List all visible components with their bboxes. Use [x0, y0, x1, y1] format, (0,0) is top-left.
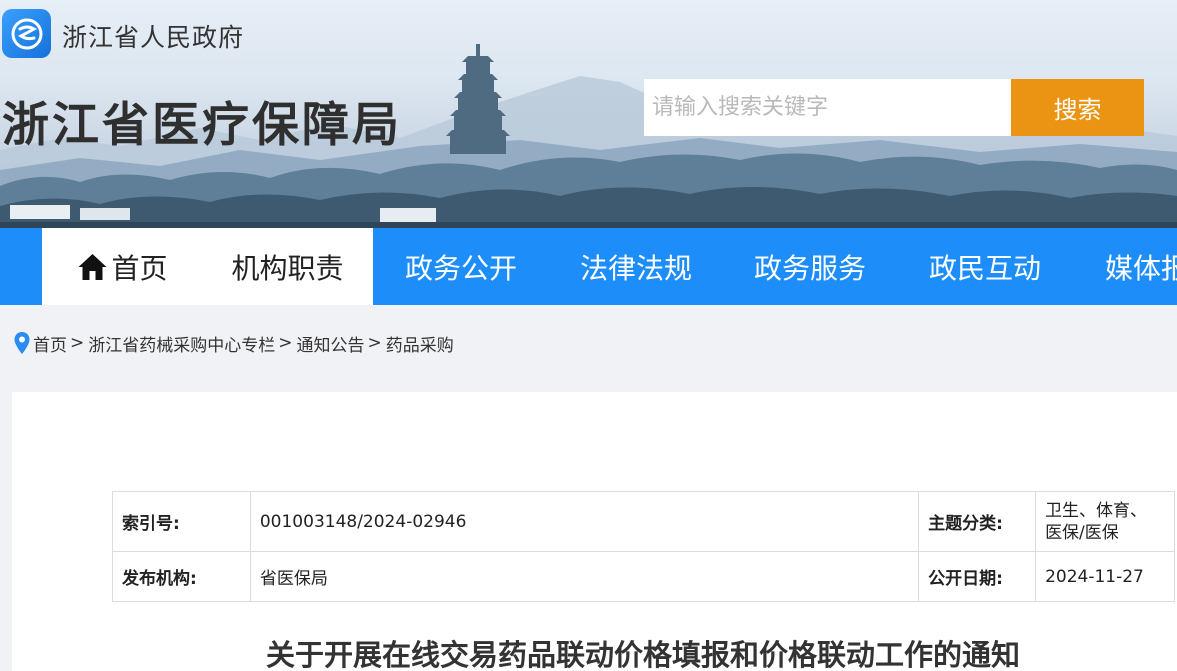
breadcrumb-notices[interactable]: 通知公告 [297, 331, 365, 356]
nav-item-laws[interactable]: 法律法规 [549, 228, 723, 305]
breadcrumb-separator: > [70, 333, 85, 353]
zhejiang-gov-logo-icon[interactable] [2, 9, 51, 58]
nav-item-label: 首页 [111, 251, 168, 285]
publish-date-label: 公开日期: [918, 551, 1037, 602]
gov-name-link[interactable]: 浙江省人民政府 [62, 18, 244, 54]
breadcrumb-home[interactable]: 首页 [33, 331, 67, 356]
nav-item-gov-affairs-open[interactable]: 政务公开 [373, 228, 549, 305]
breadcrumb: 首页 > 浙江省药械采购中心专栏 > 通知公告 > 药品采购 [13, 330, 454, 356]
nav-item-label: 政务公开 [404, 251, 517, 285]
document-meta-table: 索引号: 001003148/2024-02946 主题分类: 卫生、体育、 医… [112, 491, 1175, 602]
main-nav: 首页 机构职责 政务公开 法律法规 政务服务 政民互动 媒体报 [0, 228, 1177, 305]
nav-item-interaction[interactable]: 政民互动 [897, 228, 1073, 305]
bureau-title: 浙江省医疗保障局 [2, 98, 402, 153]
home-icon [78, 253, 107, 280]
topic-category-label: 主题分类: [918, 491, 1037, 552]
publisher-value: 省医保局 [249, 551, 920, 602]
index-number-value: 001003148/2024-02946 [249, 491, 920, 552]
nav-item-home[interactable]: 首页 [42, 228, 202, 305]
publisher-label: 发布机构: [112, 551, 251, 602]
table-row: 发布机构: 省医保局 公开日期: 2024-11-27 [112, 551, 1175, 602]
nav-item-label: 法律法规 [579, 251, 692, 285]
nav-item-label: 机构职责 [231, 251, 344, 285]
nav-item-org-duties[interactable]: 机构职责 [202, 228, 373, 305]
breadcrumb-separator: > [367, 333, 382, 353]
article-card: 索引号: 001003148/2024-02946 主题分类: 卫生、体育、 医… [12, 392, 1177, 671]
nav-item-label: 政务服务 [753, 251, 866, 285]
breadcrumb-drug-procurement[interactable]: 药品采购 [386, 331, 454, 356]
index-number-label: 索引号: [112, 491, 251, 552]
location-pin-icon [14, 332, 30, 354]
topic-category-line: 医保/医保 [1045, 522, 1119, 543]
topic-category-line: 卫生、体育、 [1045, 500, 1148, 521]
document-title: 关于开展在线交易药品联动价格填报和价格联动工作的通知 [265, 638, 1020, 671]
search-button[interactable]: 搜索 [1011, 79, 1144, 136]
topic-category-value: 卫生、体育、 医保/医保 [1035, 491, 1175, 552]
nav-item-label: 政民互动 [928, 251, 1041, 285]
nav-item-media[interactable]: 媒体报 [1073, 228, 1177, 305]
nav-item-gov-services[interactable]: 政务服务 [723, 228, 897, 305]
nav-item-label: 媒体报 [1105, 251, 1177, 285]
breadcrumb-separator: > [278, 333, 293, 353]
header-banner: 浙江省人民政府 浙江省医疗保障局 搜索 [0, 0, 1177, 228]
table-row: 索引号: 001003148/2024-02946 主题分类: 卫生、体育、 医… [112, 491, 1175, 552]
breadcrumb-procurement-center[interactable]: 浙江省药械采购中心专栏 [88, 331, 275, 356]
publish-date-value: 2024-11-27 [1035, 551, 1175, 602]
search-input[interactable] [644, 79, 1011, 136]
